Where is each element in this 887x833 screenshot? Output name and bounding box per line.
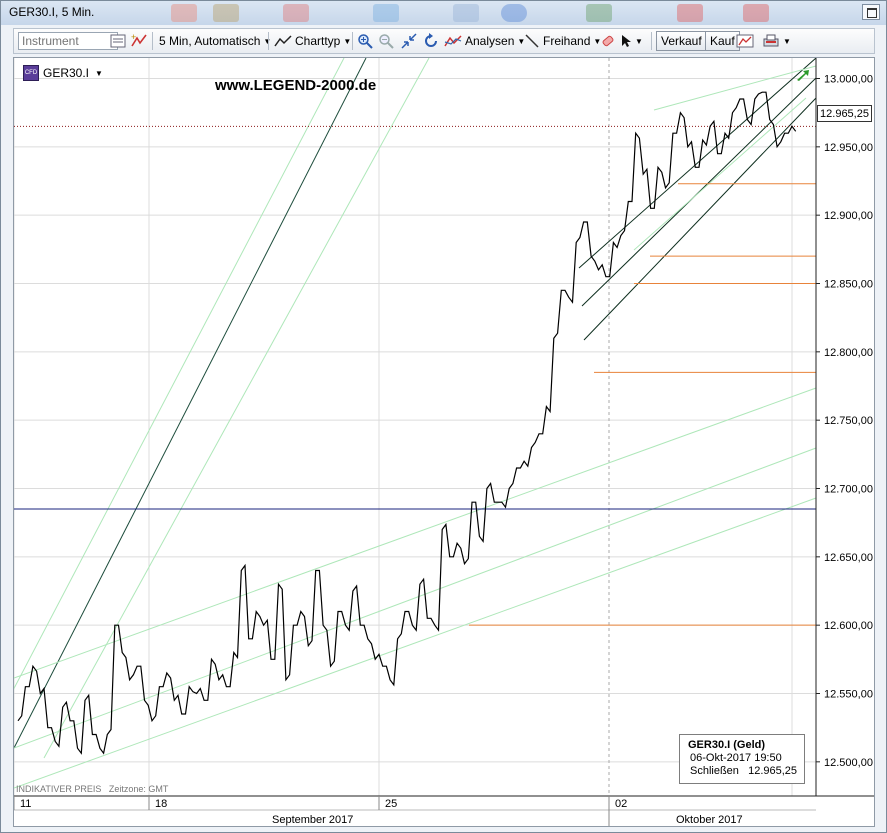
background-app-icon xyxy=(677,4,703,22)
price-series-line xyxy=(17,91,797,755)
refresh-icon[interactable] xyxy=(422,29,440,53)
svg-text:+: + xyxy=(131,32,136,42)
y-tick-label: 12.950,00 xyxy=(824,142,873,154)
charttyp-menu[interactable]: Charttyp ▼ xyxy=(274,29,351,53)
trend-line xyxy=(14,58,367,749)
footer-note: INDIKATIVER PREIS Zeitzone: GMT xyxy=(16,784,169,794)
trend-arrow-icon xyxy=(797,70,809,81)
month-label: Oktober 2017 xyxy=(676,814,743,826)
y-tick-label: 12.750,00 xyxy=(824,415,873,427)
background-person-icon xyxy=(213,4,239,22)
background-globe-icon xyxy=(501,4,527,22)
trend-line xyxy=(578,58,817,269)
y-tick-label: 12.700,00 xyxy=(824,484,873,496)
background-app-icon xyxy=(743,4,769,22)
background-app-icon xyxy=(453,4,479,22)
y-axis-panel xyxy=(816,58,874,826)
chart-toolbar: + 5 Min, Automatisch▼ Charttyp▼ Analysen… xyxy=(13,28,875,54)
y-tick-label: 12.550,00 xyxy=(824,689,873,701)
fit-icon[interactable] xyxy=(400,29,418,53)
indicator-add-icon[interactable]: + xyxy=(130,29,148,53)
watermark-text: www.LEGEND-2000.de xyxy=(215,77,377,94)
freihand-menu[interactable]: Freihand ▼ xyxy=(524,29,601,53)
y-tick-label: 12.650,00 xyxy=(824,552,873,564)
x-tick-label: 11 xyxy=(20,798,31,810)
chart-window-icon[interactable] xyxy=(736,29,754,53)
instrument-input[interactable] xyxy=(18,32,118,50)
current-price-tag: 12.965,25 xyxy=(817,105,872,122)
y-tick-label: 12.850,00 xyxy=(824,279,873,291)
y-tick-label: 13.000,00 xyxy=(824,74,873,86)
price-info-box: GER30.I (Geld) 06-Okt-2017 19:50 Schließ… xyxy=(679,734,805,784)
y-tick-label: 12.600,00 xyxy=(824,620,873,632)
cursor-icon xyxy=(622,35,631,47)
background-bag-icon xyxy=(283,4,309,22)
y-tick-label: 12.500,00 xyxy=(824,757,873,769)
cursor-menu[interactable]: ▼ xyxy=(620,29,643,53)
month-label: September 2017 xyxy=(272,814,353,826)
y-tick-label: 12.800,00 xyxy=(824,347,873,359)
symbol-selector[interactable]: CFD GER30.I ▼ xyxy=(23,65,103,81)
trendline-icon xyxy=(525,34,539,48)
cfd-icon: CFD xyxy=(23,65,39,81)
zoom-in-icon[interactable] xyxy=(357,29,373,53)
line-chart-icon xyxy=(274,35,292,47)
analysis-icon xyxy=(444,35,462,47)
app-window: GER30.I, 5 Min. + 5 Min, Automatisch▼ Ch… xyxy=(0,0,887,833)
eraser-icon[interactable] xyxy=(600,29,616,53)
verkauf-button[interactable]: Verkauf xyxy=(656,31,707,51)
analysen-menu[interactable]: Analysen ▼ xyxy=(444,29,525,53)
trend-line xyxy=(14,58,345,690)
trend-line xyxy=(583,97,817,341)
trend-line xyxy=(633,97,807,251)
trend-line xyxy=(14,447,817,749)
background-flag-icon xyxy=(586,4,612,22)
y-tick-label: 12.900,00 xyxy=(824,210,873,222)
instrument-list-icon[interactable] xyxy=(110,29,126,53)
background-chart-icon xyxy=(171,4,197,22)
print-menu[interactable]: ▼ xyxy=(762,29,791,53)
trend-line xyxy=(14,387,817,679)
chart-panel[interactable]: 12.500,00 12.550,00 12.600,00 12.650,00 12.7… xyxy=(13,57,875,827)
x-tick-label: 25 xyxy=(385,798,397,810)
print-icon xyxy=(763,34,779,47)
timeframe-select[interactable]: 5 Min, Automatisch▼ xyxy=(159,29,271,53)
background-app-icon xyxy=(373,4,399,22)
kauf-button[interactable]: Kauf xyxy=(705,31,740,51)
trend-line xyxy=(43,58,430,759)
price-chart[interactable]: 12.500,00 12.550,00 12.600,00 12.650,00 12.7… xyxy=(14,58,874,826)
title-bar: GER30.I, 5 Min. xyxy=(1,1,886,25)
window-title: GER30.I, 5 Min. xyxy=(9,5,95,19)
maximize-button[interactable] xyxy=(862,4,880,20)
zoom-out-icon[interactable] xyxy=(378,29,394,53)
x-tick-label: 18 xyxy=(155,798,167,810)
x-tick-label: 02 xyxy=(615,798,627,810)
